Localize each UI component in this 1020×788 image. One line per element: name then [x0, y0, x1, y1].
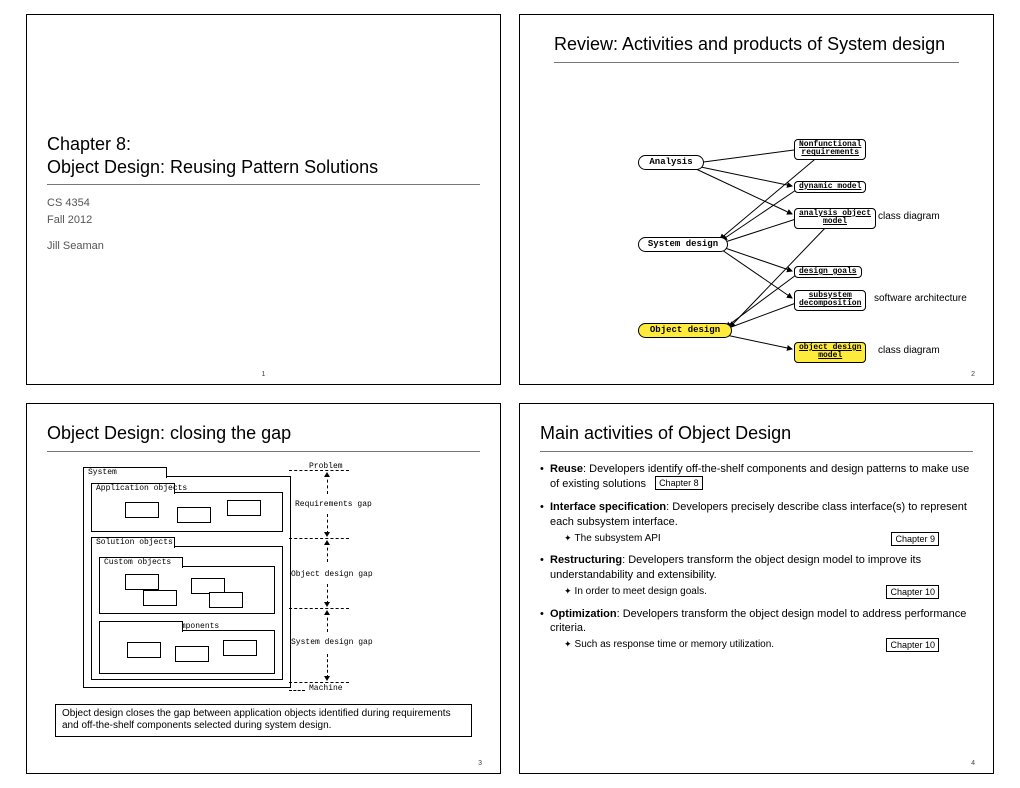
node-object-design: Object design	[638, 323, 732, 338]
restruct-head: Restructuring	[550, 554, 622, 566]
node-analysis-object-model: analysis objectmodel	[794, 208, 876, 229]
page-number: 2	[971, 371, 975, 378]
divider	[540, 451, 973, 452]
slide-title: Chapter 8: Object Design: Reusing Patter…	[47, 133, 480, 178]
node-design-goals: design goals	[794, 266, 862, 278]
node-dynamic-model: dynamic model	[794, 181, 866, 193]
page-number: 4	[971, 760, 975, 767]
slide-4: Main activities of Object Design Reuse: …	[519, 403, 994, 774]
chapter-box-10a: Chapter 10	[886, 585, 939, 599]
gap-figure: System Problem Application objects Requi…	[47, 462, 480, 702]
restruct-sub: In order to meet design goals. Chapter 1…	[550, 585, 973, 599]
folder-solution-objects-label: Solution objects	[96, 538, 173, 547]
label-software-arch: software architecture	[874, 293, 967, 304]
chapter-box-10b: Chapter 10	[886, 638, 939, 652]
folder-app-objects-label: Application objects	[96, 484, 187, 493]
node-subsystem-decomp: subsystemdecomposition	[794, 290, 866, 311]
term: Fall 2012	[47, 212, 480, 229]
page-number: 3	[478, 760, 482, 767]
ifspec-head: Interface specification	[550, 501, 666, 513]
label-req-gap: Requirements gap	[295, 500, 372, 509]
arrows-svg	[520, 15, 994, 375]
node-object-design-model: object designmodel	[794, 342, 866, 363]
slide-2: Review: Activities and products of Syste…	[519, 14, 994, 385]
label-obj-gap: Object design gap	[291, 570, 373, 579]
node-nonfunctional: Nonfunctionalrequirements	[794, 139, 866, 160]
reuse-body: : Developers identify off-the-shelf comp…	[550, 463, 969, 491]
label-class-diagram-2: class diagram	[878, 345, 940, 356]
course-code: CS 4354	[47, 195, 480, 212]
folder-system-label: System	[88, 468, 117, 477]
bullet-restruct: Restructuring: Developers transform the …	[540, 553, 973, 598]
chapter-box-8: Chapter 8	[655, 476, 703, 490]
node-system-design: System design	[638, 237, 728, 252]
divider	[47, 451, 480, 452]
slide-title: Object Design: closing the gap	[47, 422, 480, 445]
instructor: Jill Seaman	[47, 238, 480, 255]
divider	[47, 184, 480, 185]
node-analysis: Analysis	[638, 155, 704, 170]
reuse-head: Reuse	[550, 463, 583, 475]
slide-meta: CS 4354 Fall 2012 Jill Seaman	[47, 195, 480, 255]
title-line-a: Chapter 8:	[47, 134, 131, 154]
opt-sub: Such as response time or memory utilizat…	[550, 638, 973, 652]
bullet-list: Reuse: Developers identify off-the-shelf…	[540, 462, 973, 652]
page-number: 1	[262, 371, 266, 378]
label-class-diagram-1: class diagram	[878, 211, 940, 222]
folder-custom-objects-label: Custom objects	[104, 558, 171, 567]
bullet-ifspec: Interface specification: Developers prec…	[540, 500, 973, 545]
slide-3: Object Design: closing the gap System Pr…	[26, 403, 501, 774]
bullet-opt: Optimization: Developers transform the o…	[540, 607, 973, 652]
label-machine: Machine	[309, 684, 343, 693]
label-sys-gap: System design gap	[291, 638, 373, 647]
slide-title: Main activities of Object Design	[540, 422, 973, 445]
slide-1: Chapter 8: Object Design: Reusing Patter…	[26, 14, 501, 385]
caption: Object design closes the gap between app…	[55, 704, 472, 737]
chapter-box-9: Chapter 9	[891, 532, 939, 546]
opt-head: Optimization	[550, 608, 617, 620]
ifspec-sub: The subsystem API Chapter 9	[550, 532, 973, 546]
bullet-reuse: Reuse: Developers identify off-the-shelf…	[540, 462, 973, 493]
title-line-b: Object Design: Reusing Pattern Solutions	[47, 157, 378, 177]
